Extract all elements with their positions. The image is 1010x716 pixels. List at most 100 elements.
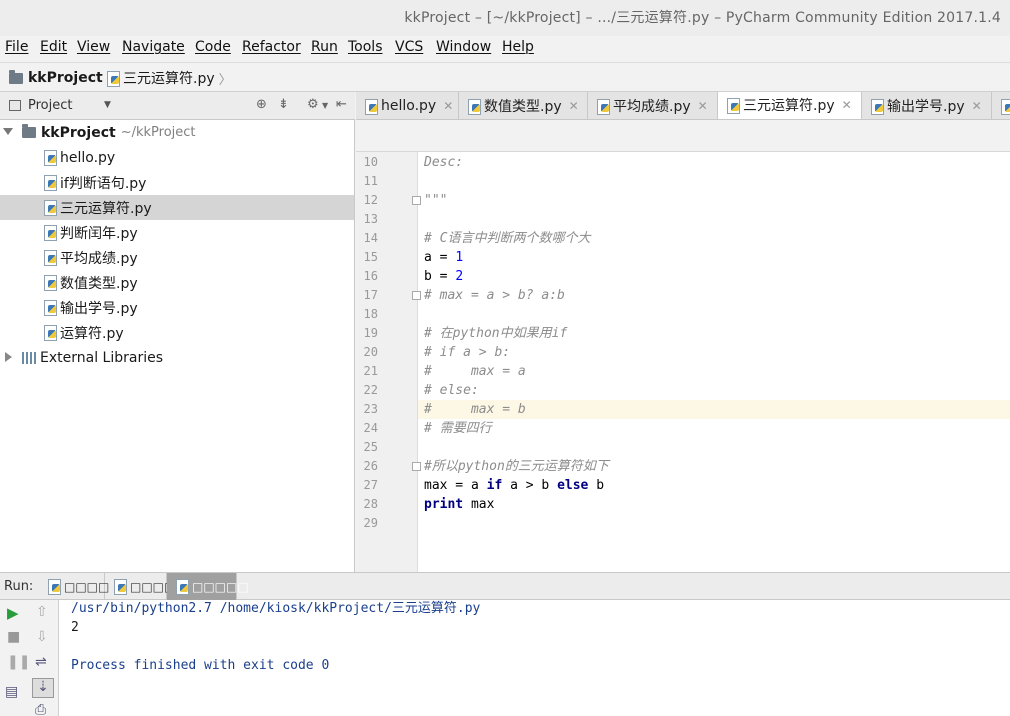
external-libraries-label: External Libraries: [40, 349, 163, 366]
python-file-icon: [467, 98, 481, 115]
tab-hello[interactable]: hello.py ✕: [356, 92, 459, 119]
print-icon[interactable]: ⎙: [35, 702, 46, 716]
arrow-down-icon[interactable]: ⇩: [36, 629, 48, 645]
run-tab-active[interactable]: □□□□□: [167, 573, 249, 600]
collapse-all-icon[interactable]: ⇟: [278, 97, 289, 112]
python-file-icon: [175, 579, 189, 595]
tab-label: 输出学号.py: [887, 99, 965, 115]
breadcrumb-file[interactable]: 三元运算符.py 〉: [106, 68, 232, 88]
file-label: hello.py: [60, 149, 116, 166]
tab-output-student-id[interactable]: 输出学号.py ✕: [862, 92, 992, 119]
close-icon[interactable]: ✕: [698, 99, 708, 113]
code-line: # max = a: [424, 364, 526, 379]
close-icon[interactable]: ✕: [972, 99, 982, 113]
file-label: 运算符.py: [60, 325, 124, 342]
root-name: kkProject: [41, 124, 116, 141]
close-icon[interactable]: ✕: [443, 99, 453, 113]
locate-icon[interactable]: ⊕: [256, 97, 267, 112]
code-line: # max = b: [424, 402, 526, 417]
run-label: Run:: [4, 579, 34, 594]
menu-view[interactable]: View: [77, 39, 110, 55]
hide-panel-icon[interactable]: ⇤: [336, 97, 347, 112]
menu-file[interactable]: File: [5, 39, 28, 55]
arrow-up-icon[interactable]: ⇧: [36, 604, 48, 620]
menu-window[interactable]: Window: [436, 39, 491, 55]
stop-icon[interactable]: ■: [7, 629, 20, 645]
expand-arrow-icon[interactable]: [5, 352, 12, 362]
python-file-icon: [1000, 98, 1010, 115]
line-number: 21: [363, 364, 378, 378]
menu-vcs[interactable]: VCS: [395, 39, 423, 55]
line-number: 17: [363, 288, 378, 302]
tree-file[interactable]: 输出学号.py: [0, 295, 354, 320]
pause-icon[interactable]: ❚❚: [7, 654, 30, 670]
layout-icon[interactable]: ▤: [5, 684, 18, 700]
line-number: 20: [363, 345, 378, 359]
chevron-down-icon[interactable]: ▼: [104, 100, 111, 110]
line-number: 29: [363, 516, 378, 530]
code-number: 2: [455, 269, 464, 284]
tree-file[interactable]: 判断闰年.py: [0, 220, 354, 245]
tree-file[interactable]: if判断语句.py: [0, 170, 354, 195]
code-line: """: [424, 193, 448, 208]
tree-file[interactable]: 运算符.py: [0, 320, 354, 345]
menu-navigate[interactable]: Navigate: [122, 39, 185, 55]
project-panel-header: Project ▼ ⊕ ⇟ ⚙ ▼ ⇤: [0, 92, 355, 120]
root-path: ~/kkProject: [120, 125, 196, 140]
tab-ternary-operator[interactable]: 三元运算符.py ✕: [718, 92, 862, 119]
tab-overflow[interactable]: [992, 92, 1010, 119]
menu-help[interactable]: Help: [502, 39, 534, 55]
window-title: kkProject – [~/kkProject] – .../三元运算符.py…: [404, 10, 1001, 26]
fold-marker-icon[interactable]: [412, 196, 421, 205]
code-token: b =: [424, 269, 456, 284]
menu-run[interactable]: Run: [311, 39, 338, 55]
tab-average-score[interactable]: 平均成绩.py ✕: [588, 92, 718, 119]
menu-code[interactable]: Code: [195, 39, 231, 55]
python-file-icon: [43, 225, 57, 241]
python-file-icon: [43, 175, 57, 191]
line-number: 28: [363, 497, 378, 511]
line-number: 19: [363, 326, 378, 340]
python-file-icon: [43, 300, 57, 316]
tab-label: 三元运算符.py: [743, 98, 835, 114]
chevron-right-icon: 〉: [218, 72, 232, 88]
breadcrumb-project[interactable]: kkProject 〉: [9, 68, 120, 88]
project-view-selector[interactable]: Project: [28, 98, 72, 113]
code-line: Desc:: [424, 155, 464, 170]
menu-edit[interactable]: Edit: [40, 39, 67, 55]
run-tab[interactable]: □□□□: [39, 573, 109, 600]
tree-file-selected[interactable]: 三元运算符.py: [0, 195, 354, 220]
code-token: max: [463, 497, 495, 512]
tab-label: hello.py: [381, 98, 437, 114]
close-icon[interactable]: ✕: [842, 98, 852, 112]
gear-icon[interactable]: ⚙: [307, 97, 319, 112]
expand-arrow-icon[interactable]: [3, 128, 13, 135]
menu-refactor[interactable]: Refactor: [242, 39, 301, 55]
tab-numeric-types[interactable]: 数值类型.py ✕: [459, 92, 588, 119]
tree-file[interactable]: hello.py: [0, 145, 354, 170]
code-line: print max: [424, 495, 494, 514]
code-line: # else:: [424, 383, 479, 398]
code-line: b = 2: [424, 267, 463, 286]
menu-tools[interactable]: Tools: [348, 39, 383, 55]
gear-dropdown-icon[interactable]: ▼: [322, 101, 328, 110]
code-line: max = a if a > b else b: [424, 476, 604, 495]
rerun-icon[interactable]: ▶: [7, 604, 19, 622]
tree-external-libraries[interactable]: External Libraries: [0, 345, 354, 370]
fold-marker-icon[interactable]: [412, 462, 421, 471]
python-file-icon: [43, 150, 57, 166]
breadcrumb: kkProject 〉 三元运算符.py 〉: [0, 62, 1010, 92]
run-tab[interactable]: □□□□: [105, 573, 175, 600]
line-number: 10: [363, 155, 378, 169]
line-number: 14: [363, 231, 378, 245]
python-file-icon: [47, 579, 61, 595]
fold-marker-icon[interactable]: [412, 291, 421, 300]
tree-file[interactable]: 数值类型.py: [0, 270, 354, 295]
scroll-to-end-icon[interactable]: ⇣: [32, 678, 54, 698]
console-line: /usr/bin/python2.7 /home/kiosk/kkProject…: [71, 601, 481, 616]
tree-file[interactable]: 平均成绩.py: [0, 245, 354, 270]
close-icon[interactable]: ✕: [569, 99, 579, 113]
file-label: 判断闰年.py: [60, 225, 138, 242]
tree-root[interactable]: kkProject ~/kkProject: [0, 120, 354, 145]
soft-wrap-icon[interactable]: ⇌: [35, 654, 47, 670]
